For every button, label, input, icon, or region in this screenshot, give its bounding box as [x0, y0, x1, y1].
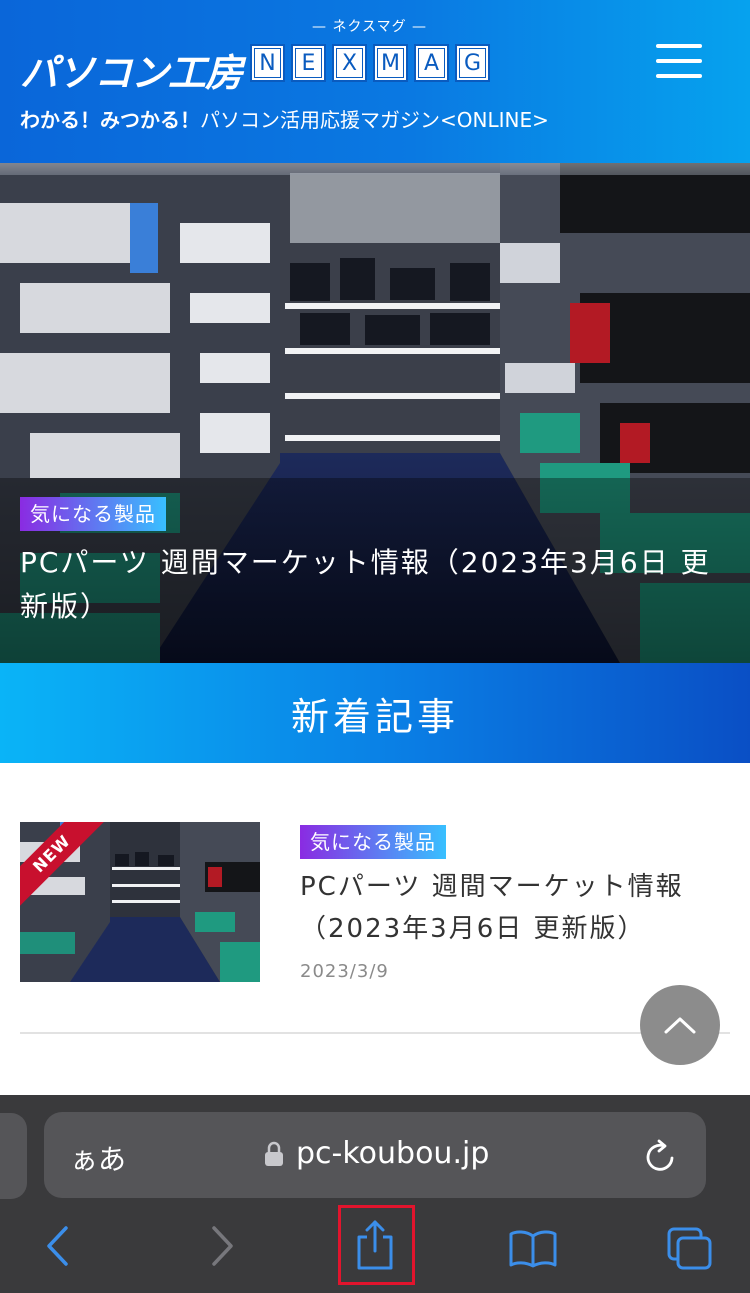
site-logo[interactable]: — ネクスマグ — パソコン工房 N E X M A G: [20, 16, 580, 95]
forward-button[interactable]: [206, 1225, 236, 1271]
share-icon: [357, 1220, 393, 1270]
bookmarks-icon: [509, 1230, 557, 1268]
scroll-to-top-button[interactable]: [640, 985, 720, 1065]
reload-icon: [646, 1139, 674, 1171]
tagline-bold: わかる！みつかる！: [20, 108, 200, 132]
article-thumbnail[interactable]: NEW: [20, 822, 260, 982]
url-display[interactable]: pc-koubou.jp: [264, 1136, 489, 1171]
tabs-icon: [667, 1227, 712, 1270]
chevron-up-icon: [664, 1017, 696, 1034]
hero-category-tag[interactable]: 気になる製品: [20, 497, 166, 531]
site-header: — ネクスマグ — パソコン工房 N E X M A G わかる！みつかる！パソ…: [0, 0, 750, 163]
section-heading-new-articles: 新着記事: [0, 663, 750, 763]
logo-letter: N: [250, 44, 285, 82]
article-title[interactable]: PCパーツ 週間マーケット情報（2023年3月6日 更新版）: [300, 866, 740, 950]
share-button[interactable]: [355, 1219, 395, 1275]
section-title: 新着記事: [290, 694, 459, 739]
logo-letter: G: [455, 44, 490, 82]
logo-japanese: パソコン工房: [20, 51, 243, 95]
logo-letter: X: [332, 44, 367, 82]
logo-letter: M: [373, 44, 408, 82]
article-category-tag[interactable]: 気になる製品: [300, 825, 446, 859]
logo-kana: — ネクスマグ —: [312, 19, 428, 35]
bookmarks-button[interactable]: [508, 1228, 558, 1272]
article-list-item[interactable]: NEW 気になる製品 PCパーツ 週間マーケット情報（2023年3月6日 更新版…: [20, 822, 730, 984]
page-settings-button[interactable]: ぁあ: [70, 1138, 126, 1178]
tabs-button[interactable]: [666, 1226, 714, 1276]
hamburger-menu-icon[interactable]: [656, 44, 702, 78]
site-tagline: わかる！みつかる！パソコン活用応援マガジン<ONLINE>: [20, 104, 549, 133]
hero-title[interactable]: PCパーツ 週間マーケット情報（2023年3月6日 更新版）: [20, 541, 730, 629]
logo-letter: A: [414, 44, 449, 82]
logo-letter: E: [291, 44, 326, 82]
logo-nexmag: N E X M A G: [250, 44, 490, 82]
article-date: 2023/3/9: [300, 961, 389, 982]
reload-button[interactable]: [644, 1138, 678, 1178]
address-bar[interactable]: ぁあ pc-koubou.jp: [44, 1112, 706, 1198]
forward-icon: [212, 1226, 233, 1266]
back-button[interactable]: [44, 1225, 74, 1271]
hero-featured-article[interactable]: 気になる製品 PCパーツ 週間マーケット情報（2023年3月6日 更新版）: [0, 163, 750, 663]
tagline-text: パソコン活用応援マガジン<ONLINE>: [200, 108, 549, 132]
list-divider: [20, 1032, 730, 1034]
previous-tab-preview[interactable]: [0, 1113, 27, 1199]
lock-icon: [265, 1141, 283, 1166]
back-icon: [47, 1226, 68, 1266]
url-text: pc-koubou.jp: [296, 1136, 490, 1171]
